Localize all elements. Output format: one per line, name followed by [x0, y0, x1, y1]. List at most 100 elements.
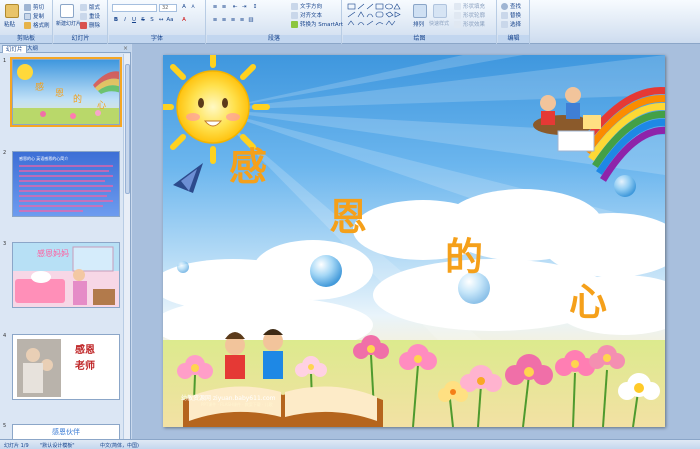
copy-icon [24, 12, 31, 20]
thumbnail-slide-5[interactable]: 感恩伙伴 [12, 424, 120, 439]
select-label: 选择 [510, 22, 522, 28]
quick-styles-icon[interactable] [433, 4, 447, 18]
columns-icon[interactable]: ▥ [247, 17, 255, 24]
toy-plane-illustration [173, 163, 203, 193]
new-slide-icon[interactable] [60, 4, 74, 18]
new-slide-button[interactable]: 新建幻灯片 [56, 20, 81, 27]
shape-outline-button[interactable]: 形状轮廓 [454, 11, 485, 19]
select-button[interactable]: 选择 [501, 20, 521, 28]
shapes-gallery[interactable] [347, 3, 407, 31]
increase-indent-icon[interactable]: ⇥ [240, 4, 248, 11]
slide-canvas[interactable]: 感 恩 的 心 幼教资源网 ziyuan.baby611.com PPT课件 ·… [163, 55, 665, 427]
text-direction-label: 文字方向 [300, 4, 323, 10]
font-color-icon[interactable]: A [180, 17, 188, 24]
tab-slides[interactable]: 幻灯片 [2, 45, 27, 53]
font-group-label: 字体 [109, 35, 205, 43]
select-icon [501, 20, 508, 28]
format-painter-label: 格式刷 [33, 23, 50, 29]
tab-outline[interactable]: 大纲 [24, 45, 41, 53]
thumbnail-number: 5 [3, 423, 7, 429]
reset-button[interactable]: 重设 [80, 12, 100, 20]
title-char-1[interactable]: 感 [229, 148, 267, 186]
smartart-button[interactable]: 转换为 SmartArt [291, 20, 343, 28]
clouds [163, 189, 665, 353]
clipboard-group-label: 剪贴板 [0, 35, 52, 43]
thumbnail-3-title: 感恩妈妈 [37, 248, 69, 258]
title-char-2[interactable]: 恩 [329, 198, 367, 236]
bubble-4 [177, 261, 189, 273]
language-indicator[interactable]: 中文(简体，中国) [100, 442, 139, 449]
shrink-font-icon[interactable]: A [189, 4, 197, 11]
quick-styles-button[interactable]: 快速样式 [429, 20, 449, 27]
shape-effects-button[interactable]: 形状效果 [454, 20, 485, 28]
thumbnail-slide-1[interactable]: 感 恩 的 心 [10, 57, 122, 127]
find-label: 查找 [510, 4, 522, 10]
title-char-4[interactable]: 心 [569, 283, 607, 321]
paste-button[interactable]: 粘贴 [4, 20, 15, 28]
format-painter-button[interactable]: 格式刷 [24, 21, 50, 29]
brush-icon [24, 21, 31, 29]
slides-group: 新建幻灯片 版式 重设 删除 幻灯片 [54, 0, 108, 44]
font-group: 32 A A B I U S S ↔ Aa A 字体 [109, 0, 206, 44]
thumbnail-2-image: 感恩的心 英语感恩的心简介 [13, 152, 119, 216]
line-spacing-icon[interactable]: ↕ [251, 4, 259, 11]
drawing-group-label: 绘图 [343, 35, 496, 43]
copy-button[interactable]: 复制 [24, 12, 44, 20]
slide-background-art [163, 55, 665, 427]
align-text-label: 对齐文本 [300, 13, 323, 19]
thumbnail-number: 3 [3, 241, 7, 247]
slides-panel: 幻灯片 大纲 × 1 感 恩 的 心 2 感恩的心 英语感恩的心简介 3 感恩妈… [0, 44, 131, 439]
replace-label: 替换 [510, 13, 522, 19]
thumbnail-1-title-char-3: 的 [73, 93, 82, 105]
align-text-icon [291, 11, 298, 19]
delete-slide-button[interactable]: 删除 [80, 21, 100, 29]
thumbnail-slide-2[interactable]: 感恩的心 英语感恩的心简介 [12, 151, 120, 217]
shape-outline-icon [454, 11, 461, 19]
spacing-icon[interactable]: ↔ [157, 17, 165, 24]
thumbnail-1-title-char-4: 心 [97, 100, 106, 111]
font-size-box[interactable]: 32 [159, 4, 177, 12]
bold-icon[interactable]: B [112, 17, 120, 24]
justify-icon[interactable]: ≡ [238, 17, 246, 24]
close-icon[interactable]: × [123, 44, 128, 53]
ribbon: 粘贴 剪切 复制 格式刷 剪贴板 新建幻灯片 版式 重设 删除 幻灯片 32 A… [0, 0, 700, 44]
title-char-3[interactable]: 的 [445, 238, 483, 276]
strikethrough-icon[interactable]: S [139, 17, 147, 24]
underline-icon[interactable]: U [130, 17, 138, 24]
align-left-icon[interactable]: ≡ [211, 17, 219, 24]
font-name-box[interactable] [112, 4, 157, 12]
thumbnail-slide-3[interactable]: 感恩妈妈 [12, 242, 120, 308]
decrease-indent-icon[interactable]: ⇤ [231, 4, 239, 11]
align-center-icon[interactable]: ≡ [220, 17, 228, 24]
change-case-icon[interactable]: Aa [166, 17, 174, 24]
bullets-icon[interactable]: ≡ [211, 4, 219, 11]
shadow-icon[interactable]: S [148, 17, 156, 24]
thumbnail-slide-4[interactable]: 感恩 老师 [12, 334, 120, 400]
shape-fill-button[interactable]: 形状填充 [454, 2, 485, 10]
shape-fill-label: 形状填充 [463, 4, 486, 10]
align-text-button[interactable]: 对齐文本 [291, 11, 322, 19]
scissors-icon [24, 3, 31, 11]
layout-label: 版式 [89, 5, 101, 11]
find-button[interactable]: 查找 [501, 2, 521, 10]
bubble-1 [310, 255, 342, 287]
arrange-button[interactable]: 排列 [413, 20, 424, 28]
cut-label: 剪切 [33, 5, 45, 11]
smartart-icon [291, 20, 298, 28]
align-right-icon[interactable]: ≡ [229, 17, 237, 24]
panel-scrollbar[interactable] [123, 54, 130, 439]
paste-icon[interactable] [5, 4, 19, 18]
find-icon [501, 2, 508, 10]
thumbnail-4-title-line-2: 老师 [74, 359, 95, 372]
numbering-icon[interactable]: ≡ [220, 4, 228, 11]
replace-icon [501, 11, 508, 19]
thumbnail-1-title-char-1: 感 [35, 81, 44, 93]
cut-button[interactable]: 剪切 [24, 3, 44, 11]
grow-font-icon[interactable]: A [180, 4, 188, 11]
replace-button[interactable]: 替换 [501, 11, 521, 19]
text-direction-button[interactable]: 文字方向 [291, 2, 322, 10]
arrange-icon[interactable] [413, 4, 427, 18]
layout-button[interactable]: 版式 [80, 3, 100, 11]
italic-icon[interactable]: I [121, 17, 129, 24]
scrollbar-thumb[interactable] [125, 64, 130, 194]
